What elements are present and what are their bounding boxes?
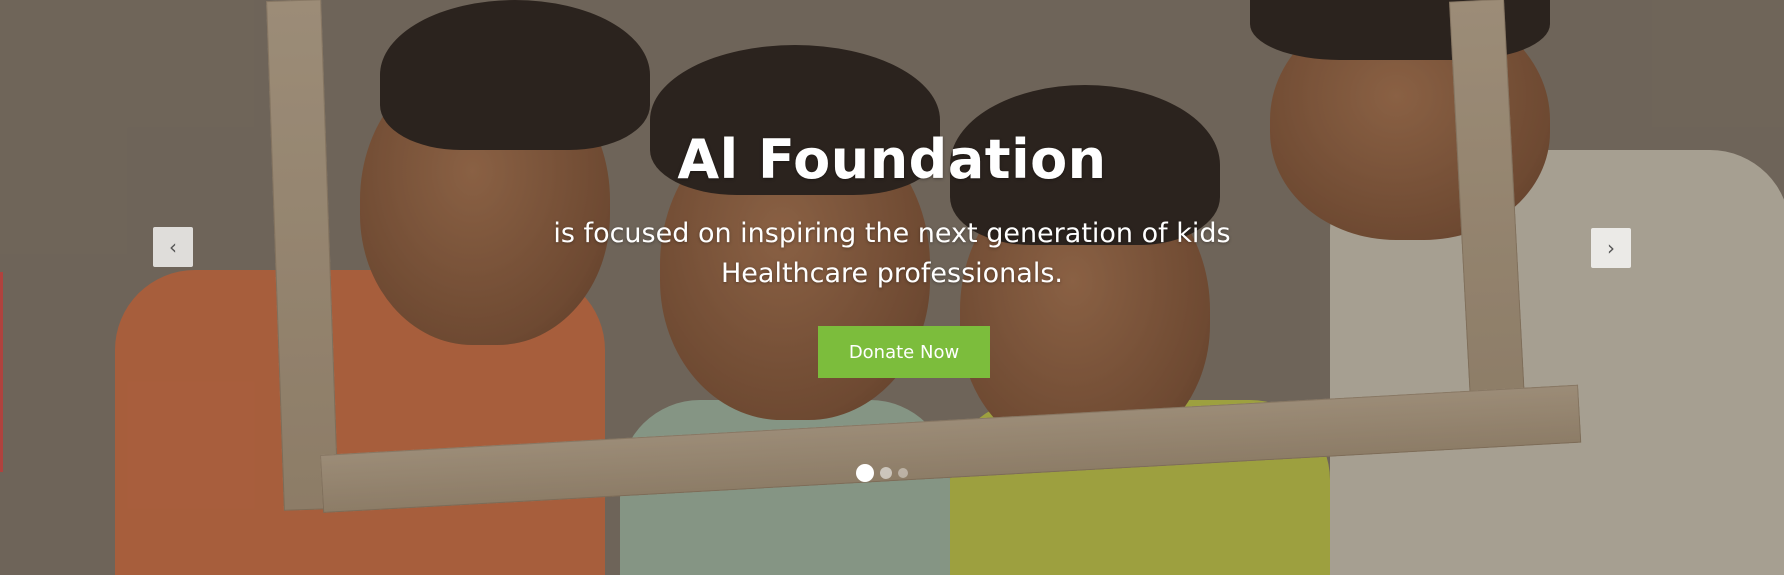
chevron-left-icon: ‹ xyxy=(169,235,177,259)
carousel-next-button[interactable]: › xyxy=(1591,228,1631,268)
hero-title: Al Foundation xyxy=(677,128,1107,191)
carousel-prev-button[interactable]: ‹ xyxy=(153,227,193,267)
left-edge-accent xyxy=(0,272,3,472)
hero-subtitle-line-2: Healthcare professionals. xyxy=(721,258,1063,289)
carousel-indicators xyxy=(856,463,908,483)
carousel-dot-2[interactable] xyxy=(880,467,892,479)
donate-now-button[interactable]: Donate Now xyxy=(818,326,990,378)
carousel-dot-3[interactable] xyxy=(898,468,908,478)
hero-subtitle: is focused on inspiring the next generat… xyxy=(0,214,1784,294)
hero-subtitle-line-1: is focused on inspiring the next generat… xyxy=(553,218,1231,249)
hero-carousel: Al Foundation is focused on inspiring th… xyxy=(0,0,1784,577)
chevron-right-icon: › xyxy=(1607,236,1615,260)
carousel-dot-1[interactable] xyxy=(856,464,874,482)
